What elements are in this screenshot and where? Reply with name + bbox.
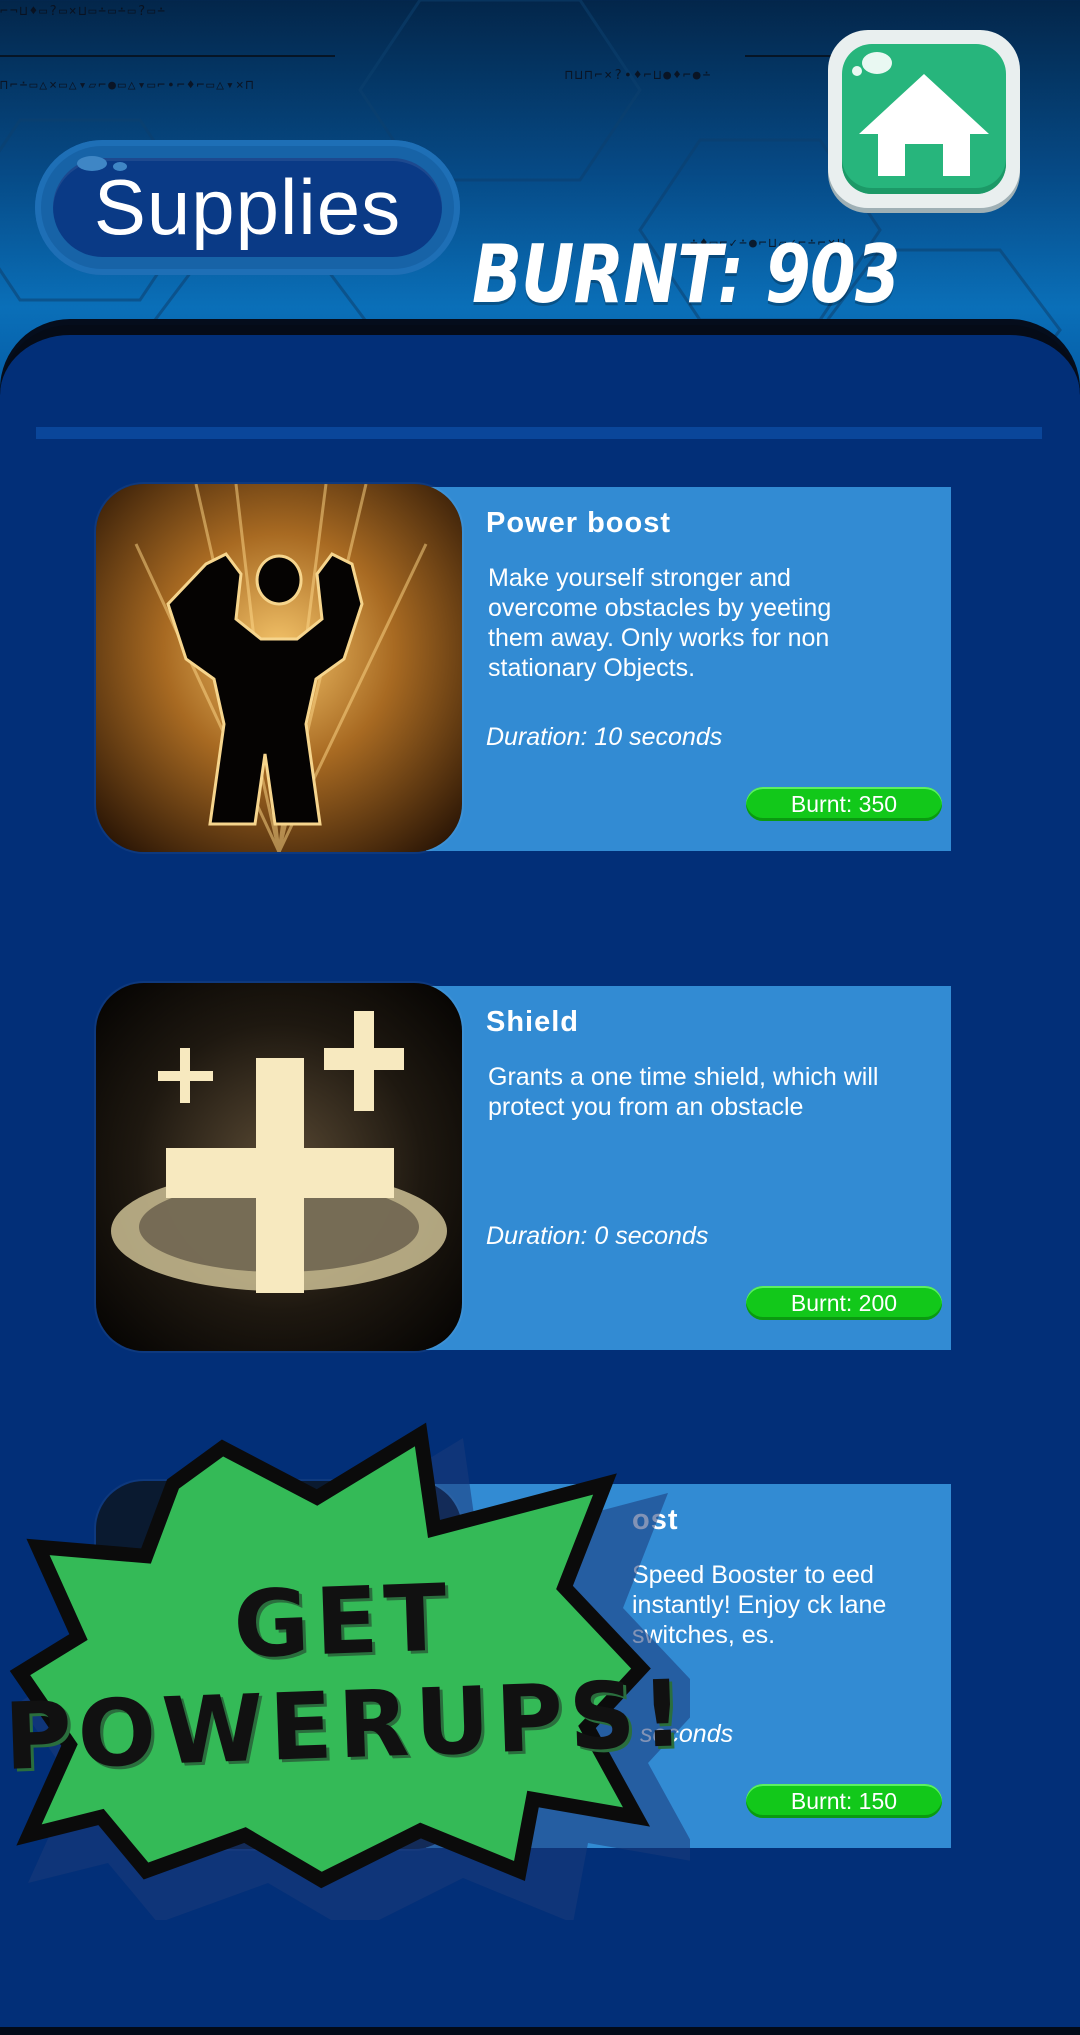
buy-power-boost-button[interactable]: Burnt: 350 — [746, 787, 942, 821]
decorative-glyphs-1: ⌐¬⊔♦▭?▭×⊔▭∸▭∸▭?▭∸ — [0, 4, 168, 19]
header-divider-left — [0, 55, 335, 57]
buy-shield-button[interactable]: Burnt: 200 — [746, 1286, 942, 1320]
powerup-card-power-boost[interactable]: Power boost Make yourself stronger and o… — [96, 484, 951, 852]
promo-text: GET POWERUPS! — [0, 1558, 693, 1791]
decorative-glyphs-3: ⊓⊔⊓⌐×?∙♦⌐⊔●♦⌐●∸ — [565, 68, 713, 83]
burnt-currency-counter: BURNT: 903 — [472, 228, 900, 321]
strongman-icon — [96, 484, 462, 852]
powerup-duration: Duration: 10 seconds — [486, 723, 723, 751]
buy-speed-boost-button[interactable]: Burnt: 150 — [746, 1784, 942, 1818]
powerup-description: Make yourself stronger and overcome obst… — [488, 564, 832, 682]
powerup-card-shield[interactable]: Shield Grants a one time shield, which w… — [96, 983, 951, 1351]
home-icon — [859, 74, 989, 176]
page-title: Supplies — [93, 163, 402, 251]
powerup-title: Shield — [486, 1006, 580, 1038]
powerup-description: Grants a one time shield, which will pro… — [488, 1063, 879, 1121]
powerup-duration: Duration: 0 seconds — [486, 1222, 709, 1250]
powerup-title: Power boost — [486, 507, 672, 539]
title-badge: Supplies — [35, 140, 460, 275]
header-divider-right — [745, 55, 840, 57]
shield-cross-icon — [96, 983, 462, 1351]
panel-divider — [36, 427, 1042, 439]
decorative-glyphs-2: ⊓⌐∸▭△×▭△▾▱⌐●▭△▾▭⌐∙⌐♦⌐▭△▾×⊓ — [0, 78, 256, 93]
home-button[interactable] — [828, 30, 1020, 208]
